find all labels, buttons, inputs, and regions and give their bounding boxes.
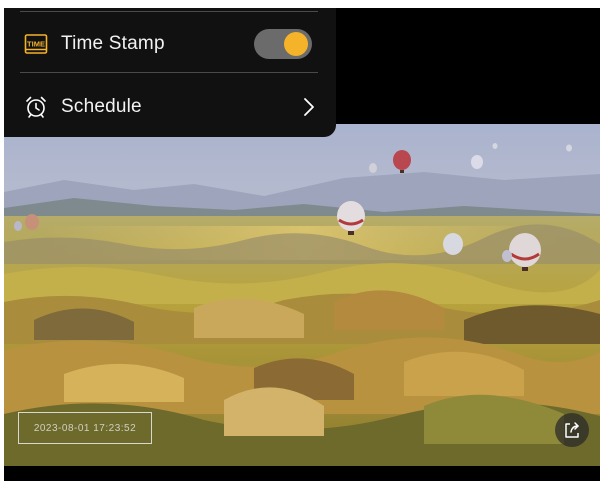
schedule-label: Schedule xyxy=(61,96,142,117)
export-icon xyxy=(565,422,579,438)
menu-divider xyxy=(20,11,318,12)
toggle-knob xyxy=(284,32,308,56)
chevron-right-icon xyxy=(304,98,314,116)
svg-text:TIME: TIME xyxy=(27,40,45,49)
time-stamp-toggle[interactable] xyxy=(254,29,312,59)
alarm-clock-icon xyxy=(26,96,46,118)
settings-menu: TIME Time Stamp Schedule xyxy=(4,8,336,137)
schedule-row[interactable]: Schedule xyxy=(4,81,336,133)
video-viewer: TIME Time Stamp Schedule 2023-08-01 17:2… xyxy=(4,8,600,481)
timestamp-text: 2023-08-01 17:23:52 xyxy=(33,422,137,434)
time-stamp-label: Time Stamp xyxy=(61,33,165,54)
timestamp-overlay: 2023-08-01 17:23:52 xyxy=(18,412,152,444)
time-stamp-row[interactable]: TIME Time Stamp xyxy=(4,18,336,70)
time-stamp-icon: TIME xyxy=(24,34,48,54)
export-button[interactable] xyxy=(555,413,589,447)
menu-divider xyxy=(20,72,318,73)
